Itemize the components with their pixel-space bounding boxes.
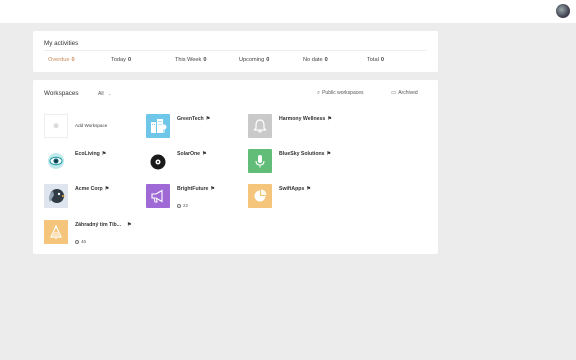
add-workspace-label: Add Workspace (75, 123, 108, 128)
flag-icon: ⚑ (104, 186, 110, 192)
workspace-item[interactable]: Acme Corp ⚑ (44, 184, 144, 210)
flag-icon: ⚑ (101, 151, 107, 157)
activity-count: 0 (127, 57, 132, 63)
public-workspaces-label: Public workspaces (322, 90, 364, 96)
activities-title: My activities (44, 40, 79, 47)
activity-no-date[interactable]: No date 0 (303, 57, 328, 63)
add-icon: ⊕ (44, 114, 68, 138)
flag-icon: ⚑ (326, 151, 332, 157)
activity-overdue[interactable]: Overdue 0 (48, 57, 75, 63)
pie-chart-icon (248, 184, 272, 208)
activities-card: My activities Overdue 0 Today 0 This Week 0… (33, 31, 438, 72)
activity-label: No date (303, 57, 323, 63)
workspace-name: EcoLiving ⚑ (75, 151, 107, 157)
workspaces-card: Workspaces All ⌄ ⌕ Public workspaces ▭ Arch… (33, 80, 438, 254)
chevron-down-icon: ⌄ (107, 91, 112, 96)
activity-this-week[interactable]: This Week 0 (175, 57, 206, 63)
microphone-icon (248, 149, 272, 173)
workspace-item[interactable]: BlueSky Solutions ⚑ (248, 149, 348, 175)
members-icon (177, 203, 181, 208)
activity-count: 0 (266, 57, 270, 63)
city-icon (146, 114, 170, 138)
member-count: 46 (75, 239, 86, 244)
workspace-name: Acme Corp ⚑ (75, 186, 110, 192)
activity-label: Today (111, 57, 126, 63)
workspace-item[interactable]: Harmony Wellness ⚑ (248, 114, 348, 140)
workspace-name: Harmony Wellness ⚑ (279, 116, 332, 122)
flag-icon: ⚑ (306, 186, 311, 192)
activity-label: Total (367, 57, 379, 63)
activity-label: Upcoming (239, 57, 265, 63)
workspace-item[interactable]: BrightFuture ⚑ 22 (146, 184, 246, 210)
workspace-item[interactable]: EcoLiving ⚑ (44, 149, 144, 175)
activity-count: 0 (324, 57, 328, 63)
eye-icon (44, 149, 68, 173)
archived-link[interactable]: ▭ Archived (391, 90, 418, 96)
workspace-name: BrightFuture ⚑ (177, 186, 215, 192)
activity-count: 0 (203, 57, 207, 63)
public-workspaces-link[interactable]: ⌕ Public workspaces (317, 90, 364, 97)
flag-icon: ⚑ (327, 116, 332, 122)
tree-icon (44, 220, 68, 244)
activities-row: Overdue 0 Today 0 This Week 0 Upcoming 0 No … (33, 57, 438, 67)
flag-icon: ⚑ (127, 222, 132, 228)
workspace-item[interactable]: SolarOne ⚑ (146, 149, 246, 175)
activity-label: This Week (175, 57, 202, 63)
workspace-item[interactable]: Záhradný tím Tib... ⚑ 46 (44, 220, 144, 246)
filter-value: All (98, 91, 104, 97)
workspace-filter-select[interactable]: All ⌄ (98, 91, 111, 97)
workspace-name: SolarOne ⚑ (177, 151, 207, 157)
search-icon: ⌕ (317, 90, 321, 96)
workspace-name: BlueSky Solutions ⚑ (279, 151, 332, 157)
workspace-name: SwiftApps ⚑ (279, 186, 311, 192)
activity-today[interactable]: Today 0 (111, 57, 131, 63)
archived-label: Archived (398, 90, 418, 96)
activity-label: Overdue (48, 57, 70, 63)
workspace-item[interactable]: SwiftApps ⚑ (248, 184, 348, 210)
bird-icon (44, 184, 68, 208)
member-count: 22 (177, 203, 188, 208)
user-avatar[interactable] (556, 4, 570, 18)
workspace-name: Záhradný tím Tib... ⚑ (75, 222, 132, 228)
activity-count: 0 (71, 57, 75, 63)
workspace-name: GreenTech ⚑ (177, 116, 211, 122)
activity-upcoming[interactable]: Upcoming 0 (239, 57, 269, 63)
members-icon (75, 239, 79, 244)
top-bar (0, 0, 576, 23)
add-workspace-button[interactable]: ⊕ Add Workspace (44, 114, 144, 140)
flag-icon: ⚑ (202, 151, 207, 157)
flag-icon: ⚑ (210, 186, 215, 192)
divider (44, 50, 427, 51)
bell-icon (248, 114, 272, 138)
workspace-item[interactable]: GreenTech ⚑ (146, 114, 246, 140)
flag-icon: ⚑ (205, 116, 211, 122)
activity-count: 0 (380, 57, 384, 63)
megaphone-icon (146, 184, 170, 208)
activity-total[interactable]: Total 0 (367, 57, 384, 63)
workspaces-title: Workspaces (44, 90, 79, 97)
archive-icon: ▭ (391, 90, 397, 96)
disc-icon (146, 149, 170, 173)
